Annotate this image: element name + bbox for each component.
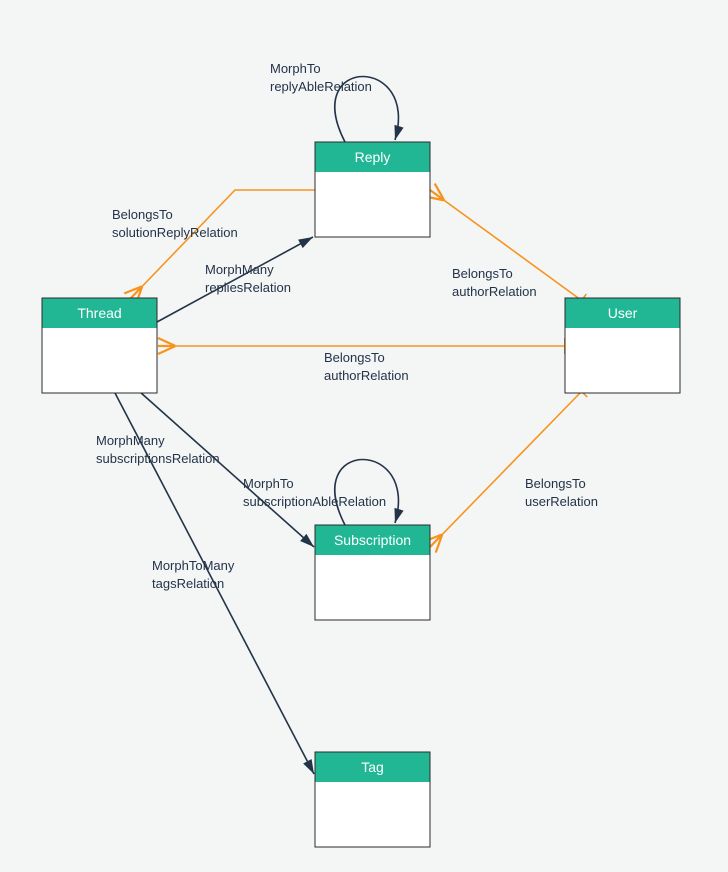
rel-thread-reply-bt-l2: solutionReplyRelation	[112, 225, 238, 240]
rel-reply-user-l2: authorRelation	[452, 284, 537, 299]
node-subscription-label: Subscription	[334, 532, 411, 548]
edge-subscription-self: MorphTo subscriptionAbleRelation	[243, 459, 398, 525]
node-user-label: User	[608, 305, 638, 321]
rel-sub-user-l2: userRelation	[525, 494, 598, 509]
rel-thread-reply-mm-l1: MorphMany	[205, 262, 274, 277]
rel-thread-sub-l1: MorphMany	[96, 433, 165, 448]
node-tag-label: Tag	[361, 759, 384, 775]
edge-reply-self: MorphTo replyAbleRelation	[270, 61, 398, 142]
node-reply-label: Reply	[355, 149, 391, 165]
node-thread: Thread	[42, 298, 157, 393]
rel-thread-tag-l2: tagsRelation	[152, 576, 224, 591]
rel-thread-user-l2: authorRelation	[324, 368, 409, 383]
node-subscription: Subscription	[315, 525, 430, 620]
node-user: User	[565, 298, 680, 393]
rel-thread-sub-l2: subscriptionsRelation	[96, 451, 220, 466]
rel-sub-self-l1: MorphTo	[243, 476, 294, 491]
node-reply: Reply	[315, 142, 430, 237]
edge-thread-reply-morphmany: MorphMany repliesRelation	[157, 237, 313, 322]
node-tag: Tag	[315, 752, 430, 847]
rel-sub-self-l2: subscriptionAbleRelation	[243, 494, 386, 509]
rel-thread-user-l1: BelongsTo	[324, 350, 385, 365]
rel-reply-self-l1: MorphTo	[270, 61, 321, 76]
rel-reply-user-l1: BelongsTo	[452, 266, 513, 281]
rel-thread-reply-mm-l2: repliesRelation	[205, 280, 291, 295]
rel-thread-reply-bt-l1: BelongsTo	[112, 207, 173, 222]
edge-thread-subscription: MorphMany subscriptionsRelation	[96, 392, 314, 547]
rel-thread-tag-l1: MorphToMany	[152, 558, 235, 573]
node-thread-label: Thread	[77, 305, 121, 321]
rel-sub-user-l1: BelongsTo	[525, 476, 586, 491]
edge-thread-user: BelongsTo authorRelation	[158, 346, 564, 383]
erd-diagram: MorphTo replyAbleRelation BelongsTo solu…	[0, 0, 728, 872]
edge-subscription-user: BelongsTo userRelation	[430, 392, 598, 547]
rel-reply-self-l2: replyAbleRelation	[270, 79, 372, 94]
edge-reply-user: BelongsTo authorRelation	[430, 190, 581, 300]
